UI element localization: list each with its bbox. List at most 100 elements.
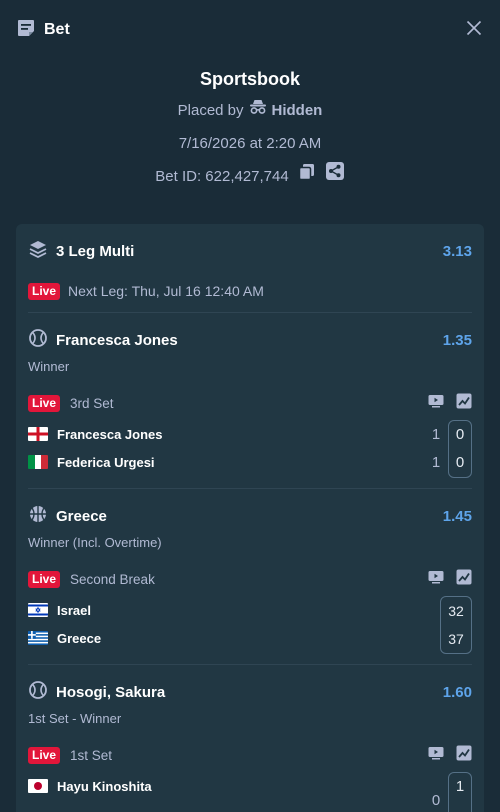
flag-israel-icon — [28, 603, 48, 617]
current-score-box: 32 37 — [440, 596, 472, 654]
game-score: 0 — [455, 426, 465, 443]
team-name-group: Greece — [28, 631, 101, 646]
scoreboard: Francesca Jones Federica Urgesi 1 1 0 0 — [28, 420, 472, 478]
game-score: 0 — [455, 454, 465, 471]
leg-title-group[interactable]: Francesca Jones — [28, 328, 178, 352]
leg-title: Greece — [56, 507, 107, 525]
leg-status-row: Live Second Break — [28, 566, 472, 592]
live-stream-button[interactable] — [428, 570, 444, 589]
team-row: Israel — [28, 596, 101, 624]
score-columns: 32 37 — [438, 596, 472, 654]
current-score-box: 0 0 — [448, 420, 472, 478]
set-score: 1 — [431, 454, 441, 471]
sportsbook-title: Sportsbook — [199, 69, 300, 89]
stats-button[interactable] — [456, 569, 472, 590]
set-score-column: 0 — [426, 787, 446, 812]
team-row: Federica Urgesi — [28, 448, 163, 476]
flag-greece-icon — [28, 631, 48, 645]
set-score: 0 — [431, 792, 441, 809]
tennis-ball-icon — [28, 328, 48, 352]
flag-england-icon — [28, 427, 48, 441]
betslip-icon — [16, 18, 36, 43]
share-icon — [325, 160, 345, 193]
close-button[interactable] — [464, 20, 484, 40]
next-leg-text: Next Leg: Thu, Jul 16 12:40 AM — [68, 283, 264, 299]
team-row: Hayu Kinoshita — [28, 772, 152, 800]
live-stream-button[interactable] — [428, 394, 444, 413]
team-name: Francesca Jones — [57, 426, 163, 442]
leg-status-text: 1st Set — [70, 747, 113, 763]
leg-status-text: Second Break — [70, 571, 155, 587]
header-title-group: Bet — [16, 18, 70, 43]
leg-odds: 1.35 — [442, 331, 472, 349]
leg-market: Winner — [28, 359, 70, 374]
current-score-box: 1 — [448, 772, 472, 812]
score-columns: 0 1 — [426, 772, 472, 812]
team-name: Israel — [57, 602, 91, 618]
multi-title-group: 3 Leg Multi — [28, 239, 134, 263]
live-badge: Live — [28, 282, 61, 300]
share-button[interactable] — [325, 162, 345, 187]
leg-market: Winner (Incl. Overtime) — [28, 535, 162, 550]
placed-by-row: Placed by Hidden — [0, 94, 500, 127]
team-name-group: Hayu Kinoshita — [28, 779, 152, 794]
team-list: Hayu Kinoshita — [28, 772, 152, 812]
leg-item: Hosogi, Sakura 1.60 1st Set - Winner Liv… — [28, 665, 472, 812]
leg-header: Hosogi, Sakura 1.60 — [28, 678, 472, 706]
team-row: Greece — [28, 624, 101, 652]
leg-market: 1st Set - Winner — [28, 711, 122, 726]
leg-actions — [428, 393, 472, 414]
live-stream-icon — [428, 570, 444, 588]
team-name-group: Francesca Jones — [28, 427, 163, 442]
multi-header: 3 Leg Multi 3.13 — [28, 224, 472, 278]
team-list: Israel Greece — [28, 596, 101, 654]
team-name: Greece — [57, 630, 102, 646]
stats-chart-icon — [456, 569, 472, 589]
bet-id: Bet ID: 622,427,744 — [155, 168, 289, 185]
stats-chart-icon — [456, 393, 472, 413]
copy-button[interactable] — [297, 164, 317, 187]
live-stream-icon — [428, 394, 444, 412]
close-icon — [466, 20, 482, 41]
leg-status-row: Live 3rd Set — [28, 390, 472, 416]
multi-title: 3 Leg Multi — [56, 242, 135, 260]
copy-icon — [298, 160, 316, 193]
modal-title: Bet — [44, 21, 70, 38]
scoreboard: Hayu Kinoshita 0 1 — [28, 772, 472, 812]
leg-title-group[interactable]: Greece — [28, 504, 107, 528]
live-stream-button[interactable] — [428, 746, 444, 765]
team-list: Francesca Jones Federica Urgesi — [28, 420, 163, 478]
score-columns: 1 1 0 0 — [426, 420, 472, 478]
basketball-icon — [28, 504, 48, 528]
leg-status: Live Second Break — [28, 570, 155, 588]
flag-italy-icon — [28, 455, 48, 469]
leg-item: Greece 1.45 Winner (Incl. Overtime) Live… — [28, 489, 472, 664]
live-badge: Live — [28, 746, 61, 764]
team-score: 37 — [448, 631, 464, 647]
live-badge: Live — [28, 394, 61, 412]
leg-odds: 1.60 — [442, 683, 472, 701]
incognito-icon — [249, 94, 267, 127]
leg-header: Greece 1.45 — [28, 502, 472, 530]
team-name: Hayu Kinoshita — [57, 778, 152, 794]
stats-button[interactable] — [456, 745, 472, 766]
leg-header: Francesca Jones 1.35 — [28, 326, 472, 354]
stats-button[interactable] — [456, 393, 472, 414]
placed-by-name: Hidden — [271, 102, 323, 119]
flag-japan-icon — [28, 779, 48, 793]
bet-id-row: Bet ID: 622,427,744 — [0, 160, 500, 193]
team-name-group: Israel — [28, 603, 91, 618]
game-score: 1 — [455, 778, 465, 795]
multi-odds: 3.13 — [442, 242, 472, 260]
scoreboard: Israel Greece 32 37 — [28, 596, 472, 654]
tennis-ball-icon — [28, 680, 48, 704]
placed-date: 7/16/2026 at 2:20 AM — [178, 135, 322, 152]
live-badge: Live — [28, 570, 61, 588]
leg-actions — [428, 745, 472, 766]
leg-status: Live 1st Set — [28, 746, 113, 764]
leg-title-group[interactable]: Hosogi, Sakura — [28, 680, 165, 704]
team-name-group: Federica Urgesi — [28, 455, 155, 470]
next-leg-row: Live Next Leg: Thu, Jul 16 12:40 AM — [28, 278, 472, 304]
leg-status: Live 3rd Set — [28, 394, 114, 412]
leg-odds: 1.45 — [442, 507, 472, 525]
